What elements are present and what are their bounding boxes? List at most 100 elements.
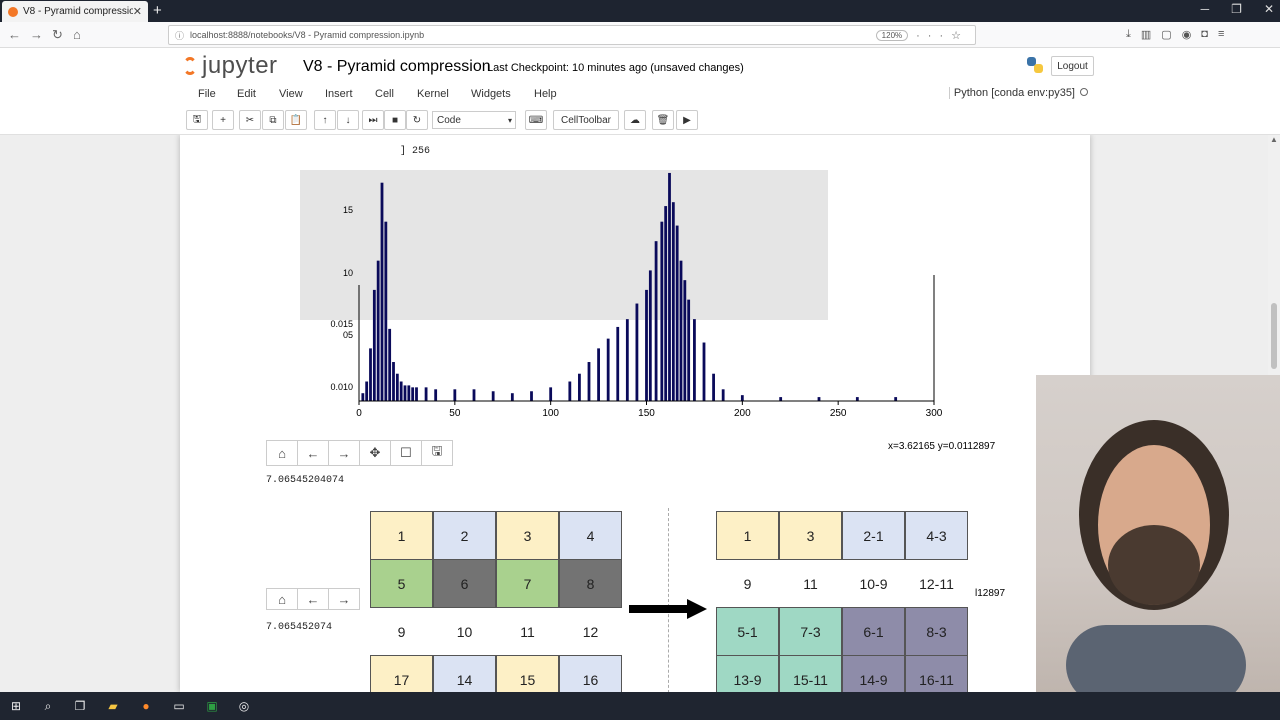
excel-icon[interactable]: ▣ xyxy=(203,697,221,715)
app-icon[interactable]: ◎ xyxy=(235,697,253,715)
menu-cell[interactable]: Cell xyxy=(375,88,394,100)
file-explorer-icon[interactable]: ▰ xyxy=(104,697,122,715)
y-tick-label: 0.010 xyxy=(330,382,353,392)
menu-icon[interactable]: ≡ xyxy=(1218,28,1224,41)
search-icon[interactable]: ⌕ xyxy=(39,697,57,715)
copy-icon[interactable]: ⧉ xyxy=(262,110,284,130)
histogram-bar xyxy=(671,202,675,401)
home-icon[interactable]: ⌂ xyxy=(266,440,298,466)
notebook-toolbar: 🖫 + ✂ ⧉ 📋 ↑ ↓ ⏭ ■ ↻ Code ▾ ⌨ CellToolbar … xyxy=(184,110,1096,132)
move-up-icon[interactable]: ↑ xyxy=(314,110,336,130)
histogram-bar xyxy=(411,387,415,401)
menu-file[interactable]: File xyxy=(198,88,216,100)
terminal-icon[interactable]: ▭ xyxy=(170,697,188,715)
move-down-icon[interactable]: ↓ xyxy=(337,110,359,130)
scroll-up-icon[interactable]: ▲ xyxy=(1270,135,1278,144)
histogram-bar xyxy=(434,389,438,401)
plot-toolbar-ghost: ⌂ ← → xyxy=(266,588,360,610)
insert-cell-icon[interactable]: + xyxy=(212,110,234,130)
forward-icon[interactable]: → xyxy=(30,27,43,42)
forward-icon[interactable]: → xyxy=(328,440,360,466)
y-tick-label: 0.015 xyxy=(330,319,353,329)
cut-icon[interactable]: ✂ xyxy=(239,110,261,130)
reload-icon[interactable]: ↻ xyxy=(52,27,63,43)
restart-icon[interactable]: ↻ xyxy=(406,110,428,130)
x-tick-label: 100 xyxy=(542,408,559,419)
checkpoint-status: Last Checkpoint: 10 minutes ago (unsaved… xyxy=(487,62,744,74)
library-icon[interactable]: ▥ xyxy=(1141,28,1151,41)
task-view-icon[interactable]: ❐ xyxy=(71,697,89,715)
histogram-bar xyxy=(388,328,392,401)
close-window-icon[interactable]: ✕ xyxy=(1264,2,1274,16)
menu-kernel[interactable]: Kernel xyxy=(417,88,449,100)
address-bar[interactable]: ⓘ localhost:8888/notebooks/V8 - Pyramid … xyxy=(168,25,976,45)
jupyter-logo[interactable]: jupyter xyxy=(183,52,278,80)
browser-tab-strip: V8 - Pyramid compression ✕ + ─ ❐ ✕ xyxy=(0,0,1280,22)
input-grid-cell: 12 xyxy=(582,623,599,640)
browser-tab[interactable]: V8 - Pyramid compression ✕ xyxy=(2,1,148,22)
minimize-icon[interactable]: ─ xyxy=(1201,2,1210,16)
y-tick-label: 05 xyxy=(343,330,353,340)
new-tab-icon[interactable]: + xyxy=(153,2,162,19)
output-grid-cell: 9 xyxy=(743,575,752,592)
histogram-chart[interactable]: 0 50 100 150 200 250 300 0.010 0.01505 10 15 xyxy=(180,135,1090,425)
browser-toolbar-icons: ⤓ ▥ ▢ ◉ ◘ ≡ xyxy=(1126,28,1224,41)
url-text[interactable]: localhost:8888/notebooks/V8 - Pyramid co… xyxy=(190,30,876,40)
logout-button[interactable]: Logout xyxy=(1051,56,1094,76)
extension-icon[interactable]: ◘ xyxy=(1201,28,1208,41)
zoom-rect-icon[interactable]: ☐ xyxy=(390,440,422,466)
y-tick-label: 15 xyxy=(343,205,353,215)
page-actions-icon[interactable]: ···☆ xyxy=(916,29,969,42)
tab-title: V8 - Pyramid compression xyxy=(23,6,133,17)
forward-icon[interactable]: → xyxy=(328,588,360,610)
x-tick-label: 0 xyxy=(356,408,362,419)
menu-widgets[interactable]: Widgets xyxy=(471,88,511,100)
command-palette-icon[interactable]: ⌨ xyxy=(525,110,547,130)
save-figure-icon[interactable]: 🖫 xyxy=(421,440,453,466)
celltoolbar-button[interactable]: CellToolbar xyxy=(553,110,619,130)
jupyter-favicon-icon xyxy=(8,6,18,17)
histogram-bar xyxy=(453,389,457,401)
menu-insert[interactable]: Insert xyxy=(325,88,353,100)
cell-type-select[interactable]: Code ▾ xyxy=(432,111,516,129)
menu-view[interactable]: View xyxy=(279,88,303,100)
paste-icon[interactable]: 📋 xyxy=(285,110,307,130)
histogram-bar xyxy=(635,303,639,401)
restore-icon[interactable]: ❐ xyxy=(1231,2,1242,16)
output-grid-cell: 15-11 xyxy=(779,655,842,692)
sync-icon[interactable]: ◉ xyxy=(1182,28,1192,41)
pan-icon[interactable]: ✥ xyxy=(359,440,391,466)
trash-icon[interactable]: 🗑 xyxy=(652,110,674,130)
download-icon[interactable]: ⤓ xyxy=(1126,28,1131,41)
page-info-icon[interactable]: ⓘ xyxy=(175,29,184,42)
histogram-bar xyxy=(675,225,679,401)
notebook-title[interactable]: V8 - Pyramid compression xyxy=(303,58,491,76)
back-icon[interactable]: ← xyxy=(297,588,329,610)
histogram-bar xyxy=(687,299,691,401)
back-icon[interactable]: ← xyxy=(297,440,329,466)
menu-edit[interactable]: Edit xyxy=(237,88,256,100)
scrollbar-thumb[interactable] xyxy=(1271,303,1277,369)
close-tab-icon[interactable]: ✕ xyxy=(133,5,142,18)
back-icon[interactable]: ← xyxy=(8,27,21,42)
histogram-bar xyxy=(606,338,610,401)
upload-icon[interactable]: ☁ xyxy=(624,110,646,130)
start-icon[interactable]: ⊞ xyxy=(7,697,25,715)
histogram-bar xyxy=(365,381,369,401)
firefox-icon[interactable]: ● xyxy=(137,697,155,715)
browser-nav-bar: ← → ↻ ⌂ ⓘ localhost:8888/notebooks/V8 - … xyxy=(0,22,1280,48)
run-icon[interactable]: ⏭ xyxy=(362,110,384,130)
sidebar-icon[interactable]: ▢ xyxy=(1161,28,1171,41)
output-value: 7.06545204074 xyxy=(266,475,345,486)
video-icon[interactable]: ▶ xyxy=(676,110,698,130)
interrupt-icon[interactable]: ■ xyxy=(384,110,406,130)
x-tick-label: 250 xyxy=(830,408,847,419)
output-grid-cell: 13-9 xyxy=(716,655,779,692)
menu-help[interactable]: Help xyxy=(534,88,557,100)
histogram-bar xyxy=(395,373,399,401)
histogram-bar xyxy=(817,397,821,401)
save-icon[interactable]: 🖫 xyxy=(186,110,208,130)
home-icon[interactable]: ⌂ xyxy=(266,588,298,610)
home-icon[interactable]: ⌂ xyxy=(73,27,81,42)
zoom-level[interactable]: 120% xyxy=(875,29,909,41)
